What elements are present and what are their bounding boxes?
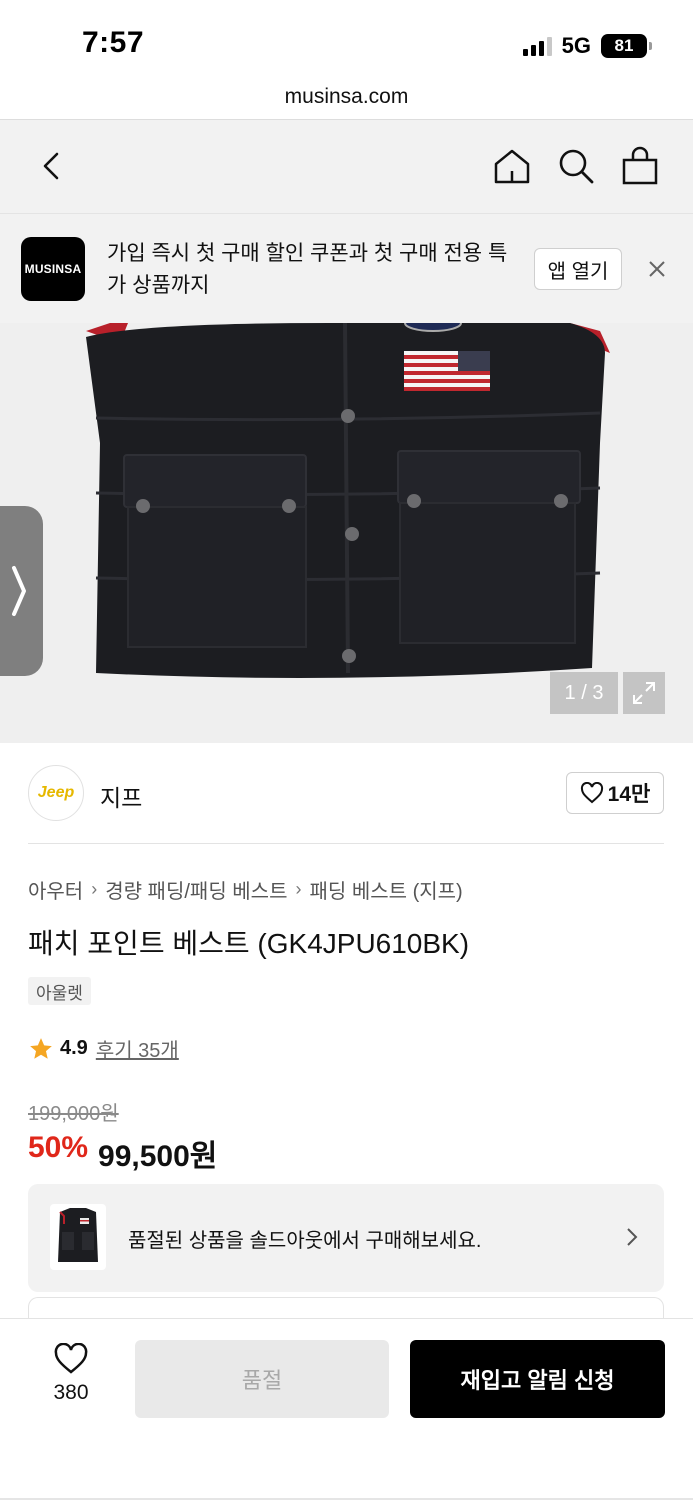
brand-name[interactable]: 지프 [100,779,142,813]
star-icon [30,1037,52,1059]
breadcrumb: 아우터 › 경량 패딩/패딩 베스트 › 패딩 베스트 (지프) [28,875,463,904]
breadcrumb-item[interactable]: 패딩 베스트 (지프) [309,875,462,904]
brand-like-count: 14만 [607,783,651,806]
bag-icon [622,146,658,185]
url-text: musinsa.com [284,85,409,108]
breadcrumb-item[interactable]: 아우터 [28,875,83,904]
chevron-right-icon: › [91,879,98,899]
banner-close-button[interactable] [646,258,668,285]
close-icon [649,261,665,277]
soldout-link-card[interactable]: 품절된 상품을 솔드아웃에서 구매해보세요. [28,1184,664,1292]
back-icon [43,152,59,180]
price-row: 50% 99,500원 [28,1131,217,1175]
expand-image-button[interactable] [623,672,665,714]
home-icon [494,149,530,184]
vest-thumbnail [58,1208,98,1262]
musinsa-logo: MUSINSA [21,237,85,301]
image-counter: 1 / 3 [550,672,618,714]
app-install-banner: MUSINSA 가입 즉시 첫 구매 할인 쿠폰과 첫 구매 전용 특가 상품까… [0,213,693,323]
search-button[interactable] [554,144,598,188]
search-icon [559,149,594,184]
network-label: 5G [561,33,591,58]
banner-text: 가입 즉시 첫 구매 할인 쿠폰과 첫 구매 전용 특가 상품까지 [107,242,508,297]
rating: 4.9 후기 35개 [28,1034,179,1063]
url-bar[interactable]: musinsa.com [0,75,693,120]
soldout-button[interactable]: 품절 [135,1340,389,1418]
breadcrumb-item[interactable]: 경량 패딩/패딩 베스트 [105,875,287,904]
back-button[interactable] [30,144,74,188]
product-title: 패치 포인트 베스트 (GK4JPU610BK) [28,928,470,959]
cart-button[interactable] [618,144,662,188]
chevron-right-icon [12,566,26,616]
rating-score: 4.9 [60,1037,88,1059]
heart-icon [54,1343,88,1374]
outlet-tag: 아울렛 [28,977,91,1005]
signal-icon [522,36,552,56]
app-header [0,120,693,213]
soldout-text: 품절된 상품을 솔드아웃에서 구매해보세요. [128,1230,482,1252]
sale-price: 99,500원 [98,1140,218,1173]
review-link[interactable]: 후기 35개 [96,1034,179,1063]
status-bar: 7:57 5G 81 [0,0,693,75]
side-panel-handle[interactable] [0,506,43,676]
heart-icon [580,782,603,804]
wishlist-count: 380 [53,1381,89,1404]
divider [28,843,664,844]
wishlist-button[interactable]: 380 [40,1343,102,1405]
brand-logo[interactable]: Jeep [28,765,84,821]
expand-icon [633,682,655,704]
chevron-right-icon: › [295,879,302,899]
product-thumbnail [50,1204,106,1270]
home-button[interactable] [490,144,534,188]
battery-icon: 81 [601,34,652,58]
restock-alert-button[interactable]: 재입고 알림 신청 [410,1340,665,1418]
open-app-button[interactable]: 앱 열기 [534,248,622,290]
brand-like-button[interactable]: 14만 [566,772,664,814]
status-time: 7:57 [82,26,145,59]
discount-rate: 50% [28,1131,89,1164]
original-price: 199,000원 [28,1103,119,1125]
chevron-right-icon [627,1228,638,1246]
status-indicators: 5G 81 [522,33,652,59]
